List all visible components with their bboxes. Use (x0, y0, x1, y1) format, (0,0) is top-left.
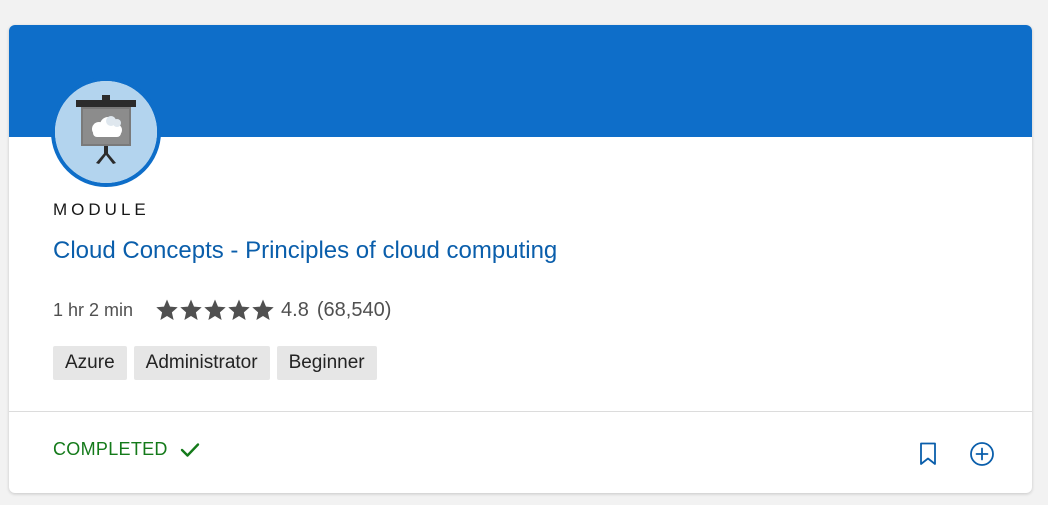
card-banner (9, 25, 1032, 137)
tag-administrator[interactable]: Administrator (133, 346, 270, 380)
rating-value: 4.8 (281, 298, 309, 321)
status-label: COMPLETED (53, 439, 168, 459)
duration: 1 hr 2 min (53, 299, 134, 320)
star-icon (252, 299, 274, 320)
rating-count: (68,540) (316, 298, 392, 321)
star-icon (204, 299, 226, 320)
card-divider (9, 411, 1032, 412)
presentation-board-cloud-icon (51, 77, 161, 187)
bookmark-button[interactable] (912, 438, 944, 470)
module-card[interactable]: MODULE Cloud Concepts - Principles of cl… (9, 25, 1032, 493)
content-type-label: MODULE (53, 200, 150, 219)
rating-stars (155, 298, 275, 322)
bookmark-icon (920, 442, 936, 465)
star-icon (156, 299, 178, 320)
module-meta: 1 hr 2 min 4.8 (68,540) (53, 295, 391, 325)
add-circle-icon (970, 442, 994, 466)
module-title-link[interactable]: Cloud Concepts - Principles of cloud com… (53, 237, 557, 265)
completion-status: COMPLETED (53, 439, 200, 460)
star-icon (228, 299, 250, 320)
check-icon (180, 442, 199, 457)
tag-azure[interactable]: Azure (53, 346, 127, 380)
tag-beginner[interactable]: Beginner (276, 346, 377, 380)
tag-list: Azure Administrator Beginner (53, 346, 384, 380)
add-to-collection-button[interactable] (966, 438, 998, 470)
star-icon (180, 299, 202, 320)
